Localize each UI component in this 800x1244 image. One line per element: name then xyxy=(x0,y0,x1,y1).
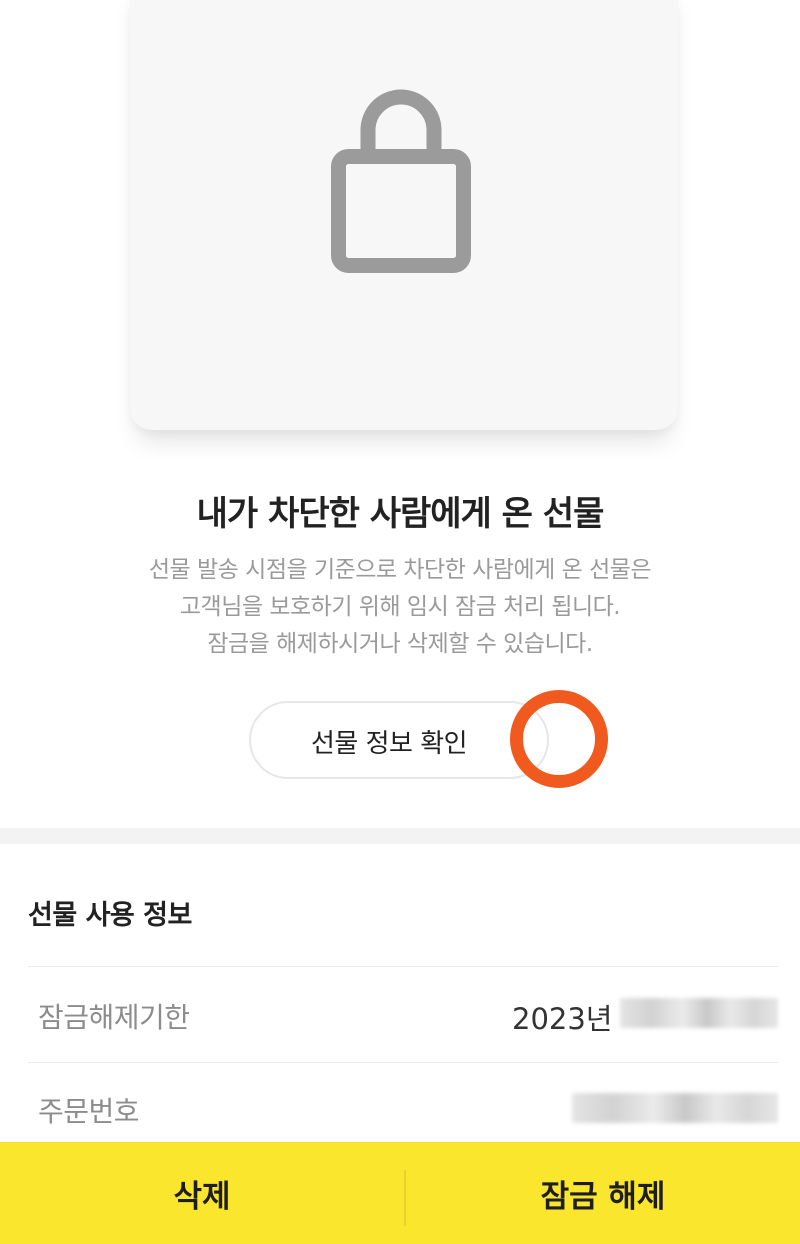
lock-icon xyxy=(330,84,472,274)
blocked-gift-description: 선물 발송 시점을 기준으로 차단한 사람에게 온 선물은 고객님을 보호하기 … xyxy=(0,552,800,663)
blocked-gift-title: 내가 차단한 사람에게 온 선물 xyxy=(196,494,605,534)
gift-info-button[interactable]: 선물 정보 확인 xyxy=(249,701,549,779)
redacted-date-blur xyxy=(620,998,778,1028)
unlock-button[interactable]: 잠금 해제 xyxy=(406,1142,800,1244)
description-line: 잠금을 해제하시거나 삭제할 수 있습니다. xyxy=(207,631,593,657)
row-divider xyxy=(28,1062,778,1063)
unlock-deadline-value: 2023년 xyxy=(512,1002,613,1036)
delete-button[interactable]: 삭제 xyxy=(0,1142,404,1244)
order-number-label: 주문번호 xyxy=(38,1095,140,1128)
unlock-deadline-label: 잠금해제기한 xyxy=(38,1001,190,1034)
usage-info-title: 선물 사용 정보 xyxy=(28,900,192,931)
row-divider xyxy=(28,966,778,967)
description-line: 선물 발송 시점을 기준으로 차단한 사람에게 온 선물은 xyxy=(148,557,652,583)
highlight-circle-annotation xyxy=(510,690,608,788)
section-divider xyxy=(0,828,800,844)
gift-info-button-label: 선물 정보 확인 xyxy=(311,729,468,759)
redacted-order-number-blur xyxy=(572,1093,778,1123)
description-line: 고객님을 보호하기 위해 임시 잠금 처리 됩니다. xyxy=(179,594,621,620)
bottom-action-bar: 삭제 잠금 해제 xyxy=(0,1142,800,1244)
